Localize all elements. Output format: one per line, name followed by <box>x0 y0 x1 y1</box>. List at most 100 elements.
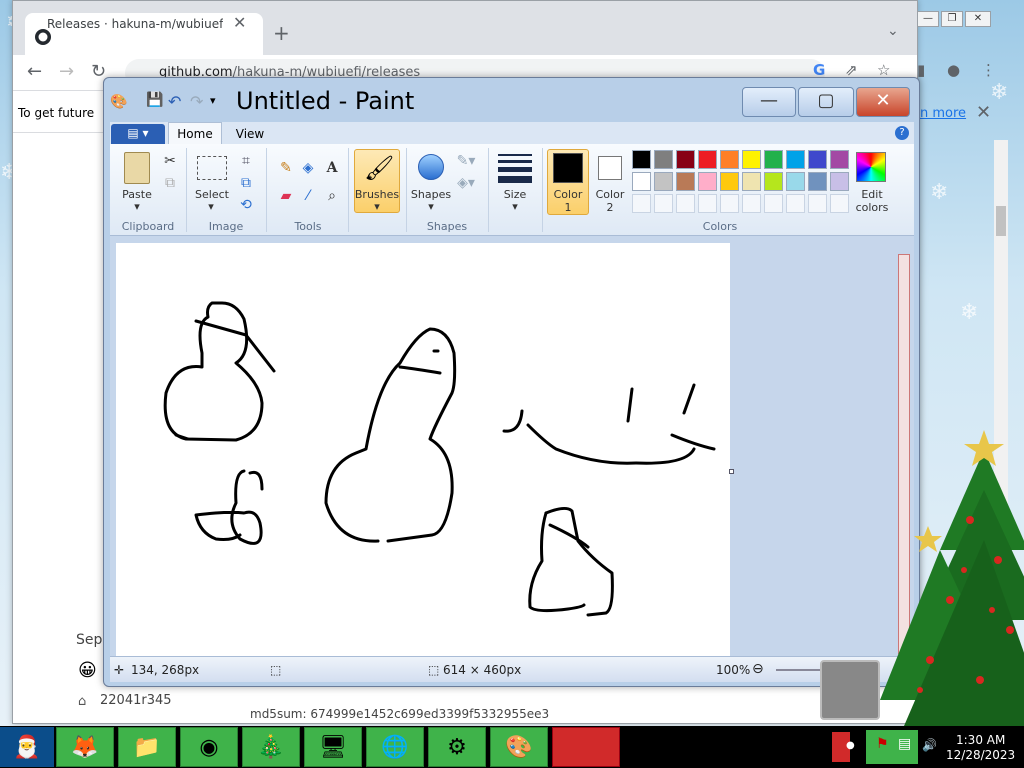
menu-kebab-icon[interactable]: ⋮ <box>981 61 996 79</box>
tab-home[interactable]: Home <box>168 122 222 146</box>
customize-qa-chevron-icon[interactable]: ▾ <box>210 94 216 107</box>
emoji-reaction-icon[interactable]: 😀 <box>78 660 97 681</box>
clock-date[interactable]: 12/28/2023 <box>946 748 1015 762</box>
size-chevron-icon[interactable]: ▾ <box>508 200 522 213</box>
side-panel-icon[interactable]: ▮ <box>917 61 925 79</box>
forward-icon[interactable]: → <box>59 61 74 82</box>
palette-swatch[interactable] <box>808 172 827 191</box>
shapes-icon[interactable] <box>418 154 444 180</box>
palette-swatch[interactable] <box>830 150 849 169</box>
cut-icon[interactable]: ✂ <box>160 151 180 171</box>
custom-color-slot[interactable] <box>720 194 739 213</box>
size-icon[interactable] <box>498 154 532 183</box>
taskbar-firefox[interactable]: 🦊 <box>56 727 114 767</box>
palette-swatch[interactable] <box>720 150 739 169</box>
taskbar-tree-app[interactable]: 🎄 <box>242 727 300 767</box>
custom-color-slot[interactable] <box>830 194 849 213</box>
fill-bucket-icon[interactable]: ◈ <box>298 158 318 178</box>
crop-icon[interactable]: ⌗ <box>236 151 256 171</box>
edit-colors-icon[interactable] <box>856 152 886 182</box>
custom-color-slot[interactable] <box>764 194 783 213</box>
taskbar-control-panel[interactable]: 🖥 <box>304 727 362 767</box>
redo-icon[interactable]: ↷ <box>190 92 203 111</box>
palette-swatch[interactable] <box>786 150 805 169</box>
palette-swatch[interactable] <box>720 172 739 191</box>
tab-view[interactable]: View <box>230 124 270 144</box>
minimize-button[interactable]: — <box>917 11 939 27</box>
profile-avatar-icon[interactable]: ● <box>947 61 960 79</box>
custom-color-slot[interactable] <box>742 194 761 213</box>
restore-button[interactable]: ❐ <box>941 11 963 27</box>
custom-color-slot[interactable] <box>632 194 651 213</box>
custom-color-slot[interactable] <box>676 194 695 213</box>
page-scroll-thumb[interactable] <box>996 206 1006 236</box>
show-hidden-icons-icon[interactable]: ● <box>846 740 855 751</box>
palette-swatch[interactable] <box>764 150 783 169</box>
palette-swatch[interactable] <box>808 150 827 169</box>
clock-time[interactable]: 1:30 AM <box>956 733 1005 747</box>
file-menu-button[interactable]: ▤ ▾ <box>111 124 165 144</box>
paint-maximize-button[interactable]: ▢ <box>798 87 854 117</box>
magnifier-icon[interactable]: ⌕ <box>322 186 342 206</box>
pencil-icon[interactable]: ✎ <box>276 158 296 178</box>
edit-colors-label[interactable]: Edit colors <box>850 188 894 214</box>
rotate-icon[interactable]: ⟲ <box>236 195 256 215</box>
color-picker-icon[interactable]: ⁄ <box>298 186 318 206</box>
shape-fill-icon[interactable]: ◈▾ <box>456 173 476 193</box>
volume-icon[interactable]: 🔊 <box>922 738 937 752</box>
zoom-out-icon[interactable]: ⊖ <box>752 661 764 677</box>
palette-swatch[interactable] <box>654 172 673 191</box>
tab-search-chevron-icon[interactable]: ⌄ <box>887 23 899 39</box>
palette-swatch[interactable] <box>698 150 717 169</box>
outline-icon[interactable]: ✎▾ <box>456 151 476 171</box>
custom-color-slot[interactable] <box>786 194 805 213</box>
network-icon[interactable]: ▤ <box>898 736 911 752</box>
taskbar-chrome[interactable]: ◉ <box>180 727 238 767</box>
new-tab-button[interactable]: + <box>273 21 290 45</box>
paint-minimize-button[interactable]: — <box>742 87 796 117</box>
resize-icon[interactable]: ⧉ <box>236 173 256 193</box>
color2-label[interactable]: Color 2 <box>590 188 630 214</box>
start-button[interactable]: 🎅 <box>0 727 54 767</box>
action-center-icon[interactable]: ⚑ <box>876 736 889 752</box>
palette-swatch[interactable] <box>676 172 695 191</box>
info-bar-close-icon[interactable]: ✕ <box>976 102 991 123</box>
taskbar-globe-app[interactable]: 🌐 <box>366 727 424 767</box>
shapes-chevron-icon[interactable]: ▾ <box>424 200 438 213</box>
taskbar-settings-app[interactable]: ⚙ <box>428 727 486 767</box>
text-tool-icon[interactable]: A <box>322 158 342 178</box>
palette-swatch[interactable] <box>632 172 651 191</box>
paint-app-icon[interactable]: 🎨 <box>110 94 127 110</box>
taskbar-paint[interactable]: 🎨 <box>490 727 548 767</box>
copy-icon[interactable]: ⧉ <box>160 173 180 193</box>
drawing-canvas[interactable] <box>116 243 730 656</box>
save-icon[interactable]: 💾 <box>146 92 163 108</box>
undo-icon[interactable]: ↶ <box>168 92 181 111</box>
select-chevron-icon[interactable]: ▾ <box>204 200 218 213</box>
close-button[interactable]: ✕ <box>965 11 991 27</box>
palette-swatch[interactable] <box>654 150 673 169</box>
custom-color-slot[interactable] <box>654 194 673 213</box>
tab-close-icon[interactable]: ✕ <box>233 13 246 32</box>
paste-chevron-icon[interactable]: ▾ <box>130 200 144 213</box>
color2-swatch[interactable] <box>598 156 622 180</box>
paint-close-button[interactable]: ✕ <box>856 87 910 117</box>
paste-icon[interactable] <box>124 152 150 184</box>
palette-swatch[interactable] <box>676 150 695 169</box>
palette-swatch[interactable] <box>830 172 849 191</box>
eraser-icon[interactable]: ▰ <box>276 186 296 206</box>
palette-swatch[interactable] <box>698 172 717 191</box>
canvas-resize-handle[interactable] <box>729 469 734 474</box>
palette-swatch[interactable] <box>786 172 805 191</box>
taskbar-file-explorer[interactable]: 📁 <box>118 727 176 767</box>
back-icon[interactable]: ← <box>27 61 42 82</box>
custom-color-slot[interactable] <box>698 194 717 213</box>
select-icon[interactable] <box>197 156 227 180</box>
taskbar-active-window[interactable] <box>552 727 620 767</box>
palette-swatch[interactable] <box>764 172 783 191</box>
tag-label[interactable]: 22041r345 <box>100 693 172 708</box>
custom-color-slot[interactable] <box>808 194 827 213</box>
palette-swatch[interactable] <box>742 150 761 169</box>
palette-swatch[interactable] <box>742 172 761 191</box>
learn-more-link[interactable]: n more <box>920 106 966 121</box>
